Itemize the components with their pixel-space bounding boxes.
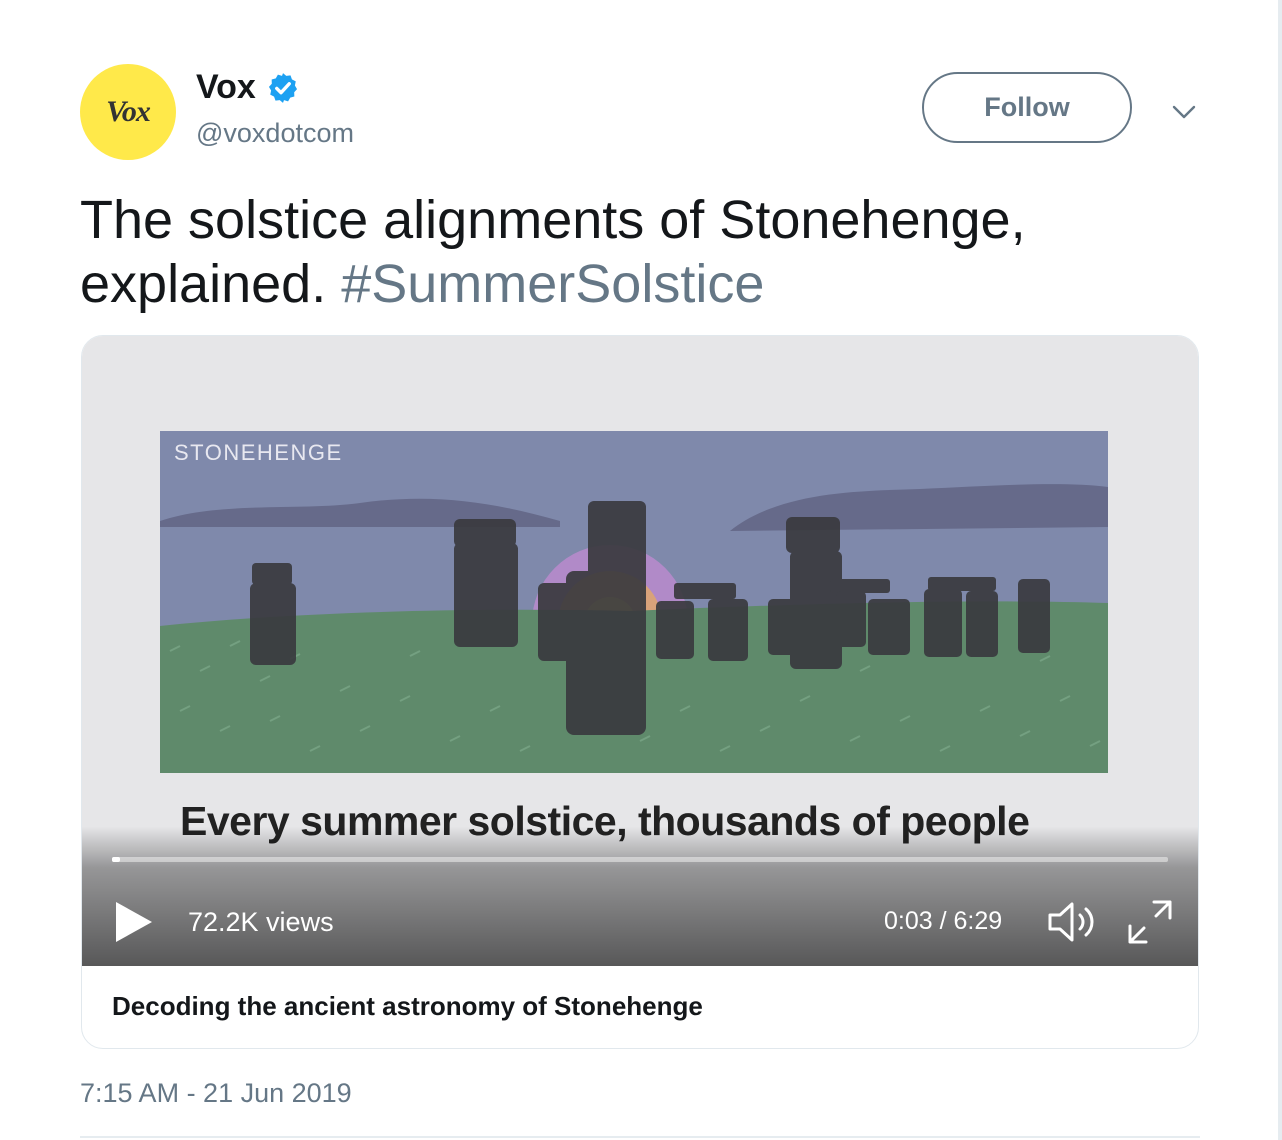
vox-logo: Vox (106, 95, 151, 128)
fullscreen-icon[interactable] (1126, 898, 1174, 946)
author-name-row: Vox (196, 68, 300, 107)
progress-bar[interactable] (112, 857, 1168, 862)
volume-icon[interactable] (1046, 898, 1102, 946)
view-count: 72.2K views (188, 907, 334, 937)
video-player[interactable]: STONEHENGE Every summer solstice, thousa… (82, 336, 1198, 966)
play-icon[interactable] (112, 898, 156, 946)
verified-badge-icon (268, 72, 297, 103)
stonehenge-illustration (160, 431, 1108, 773)
progress-fill (112, 857, 121, 862)
card-title[interactable]: Decoding the ancient astronomy of Stoneh… (112, 991, 703, 1022)
controls-overlay (82, 826, 1198, 966)
handle[interactable]: @voxdotcom (196, 118, 354, 149)
display-name[interactable]: Vox (196, 68, 256, 107)
follow-button[interactable]: Follow (922, 72, 1132, 143)
hashtag-link[interactable]: #SummerSolstice (341, 254, 764, 314)
avatar[interactable]: Vox (80, 64, 176, 160)
scene-label: STONEHENGE (174, 440, 343, 465)
tweet-text: The solstice alignments of Stonehenge, e… (80, 188, 1180, 316)
divider (80, 1136, 1200, 1138)
video-time: 0:03 / 6:29 (884, 907, 1003, 935)
tweet-timestamp[interactable]: 7:15 AM - 21 Jun 2019 (80, 1078, 352, 1109)
window-edge (1278, 0, 1282, 1140)
video-card[interactable]: STONEHENGE Every summer solstice, thousa… (81, 335, 1199, 1049)
chevron-down-icon[interactable] (1170, 98, 1198, 126)
